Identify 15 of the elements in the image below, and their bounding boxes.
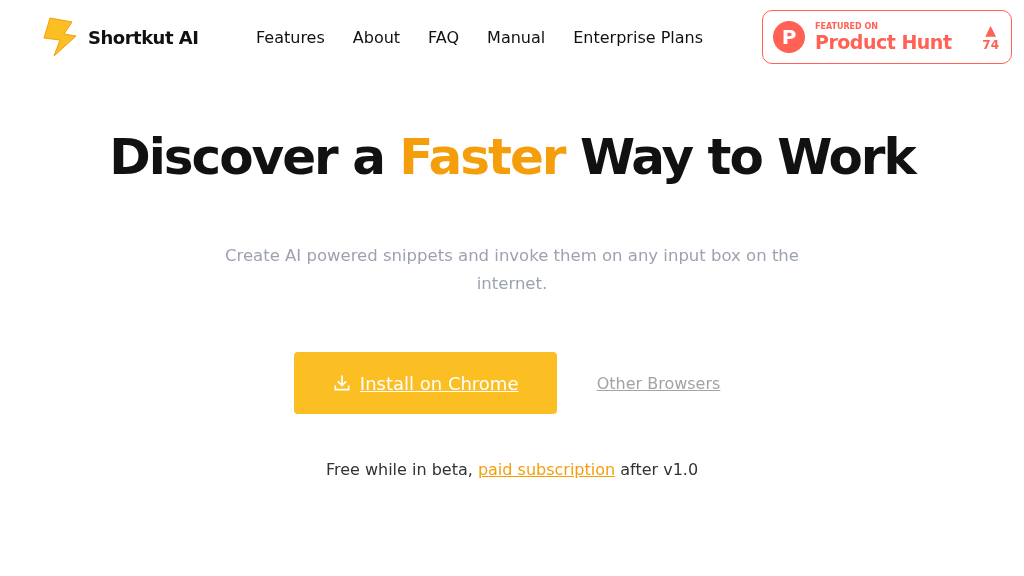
- headline: Discover a Faster Way to Work: [109, 128, 915, 186]
- nav-link[interactable]: Enterprise Plans: [573, 27, 703, 47]
- upvote-arrow: ▲: [985, 22, 997, 38]
- pricing-note: Free while in beta, paid subscription after v1.0: [325, 460, 699, 479]
- brand-name[interactable]: Shortkut AI: [88, 26, 199, 48]
- product-hunt-logo: P: [773, 21, 805, 53]
- featured-caption: FEATURED ON: [815, 21, 879, 31]
- lightning-bolt-icon: [42, 16, 78, 58]
- product-hunt-name: Product Hunt: [815, 30, 953, 53]
- nav-link[interactable]: Features: [256, 27, 325, 47]
- nav-link[interactable]: FAQ: [428, 27, 460, 47]
- subtitle: Create AI powered snippets and invoke them on any input box on the internet.: [224, 245, 800, 295]
- vote-count: 74: [982, 38, 999, 52]
- nav-link[interactable]: About: [352, 27, 401, 47]
- nav-link[interactable]: Manual: [487, 27, 546, 47]
